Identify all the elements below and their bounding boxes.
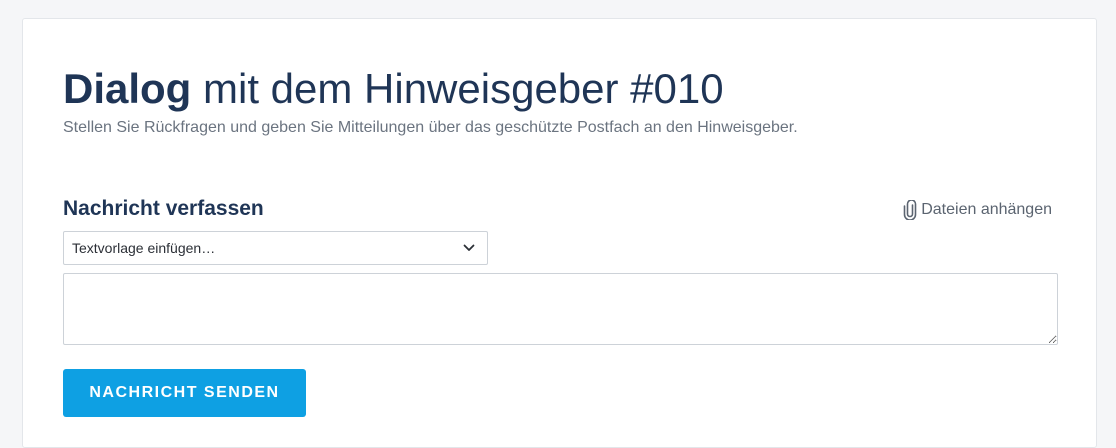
compose-heading: Nachricht verfassen (63, 197, 264, 220)
page-title: Dialog mit dem Hinweisgeber #010 (63, 63, 724, 115)
paperclip-icon (903, 200, 917, 220)
text-template-select-value: Textvorlage einfügen… (72, 240, 216, 256)
attach-files-label: Dateien anhängen (921, 201, 1052, 218)
send-message-button[interactable]: NACHRICHT SENDEN (63, 369, 306, 417)
chevron-down-icon (463, 239, 475, 257)
attach-files-link[interactable]: Dateien anhängen (903, 200, 1052, 220)
text-template-select[interactable]: Textvorlage einfügen… (63, 231, 488, 265)
page-subtitle: Stellen Sie Rückfragen und geben Sie Mit… (63, 119, 798, 136)
message-textarea[interactable] (63, 273, 1058, 345)
page-title-rest: mit dem Hinweisgeber #010 (191, 65, 724, 112)
page-title-bold: Dialog (63, 65, 192, 112)
dialog-card: Dialog mit dem Hinweisgeber #010 Stellen… (22, 18, 1097, 448)
